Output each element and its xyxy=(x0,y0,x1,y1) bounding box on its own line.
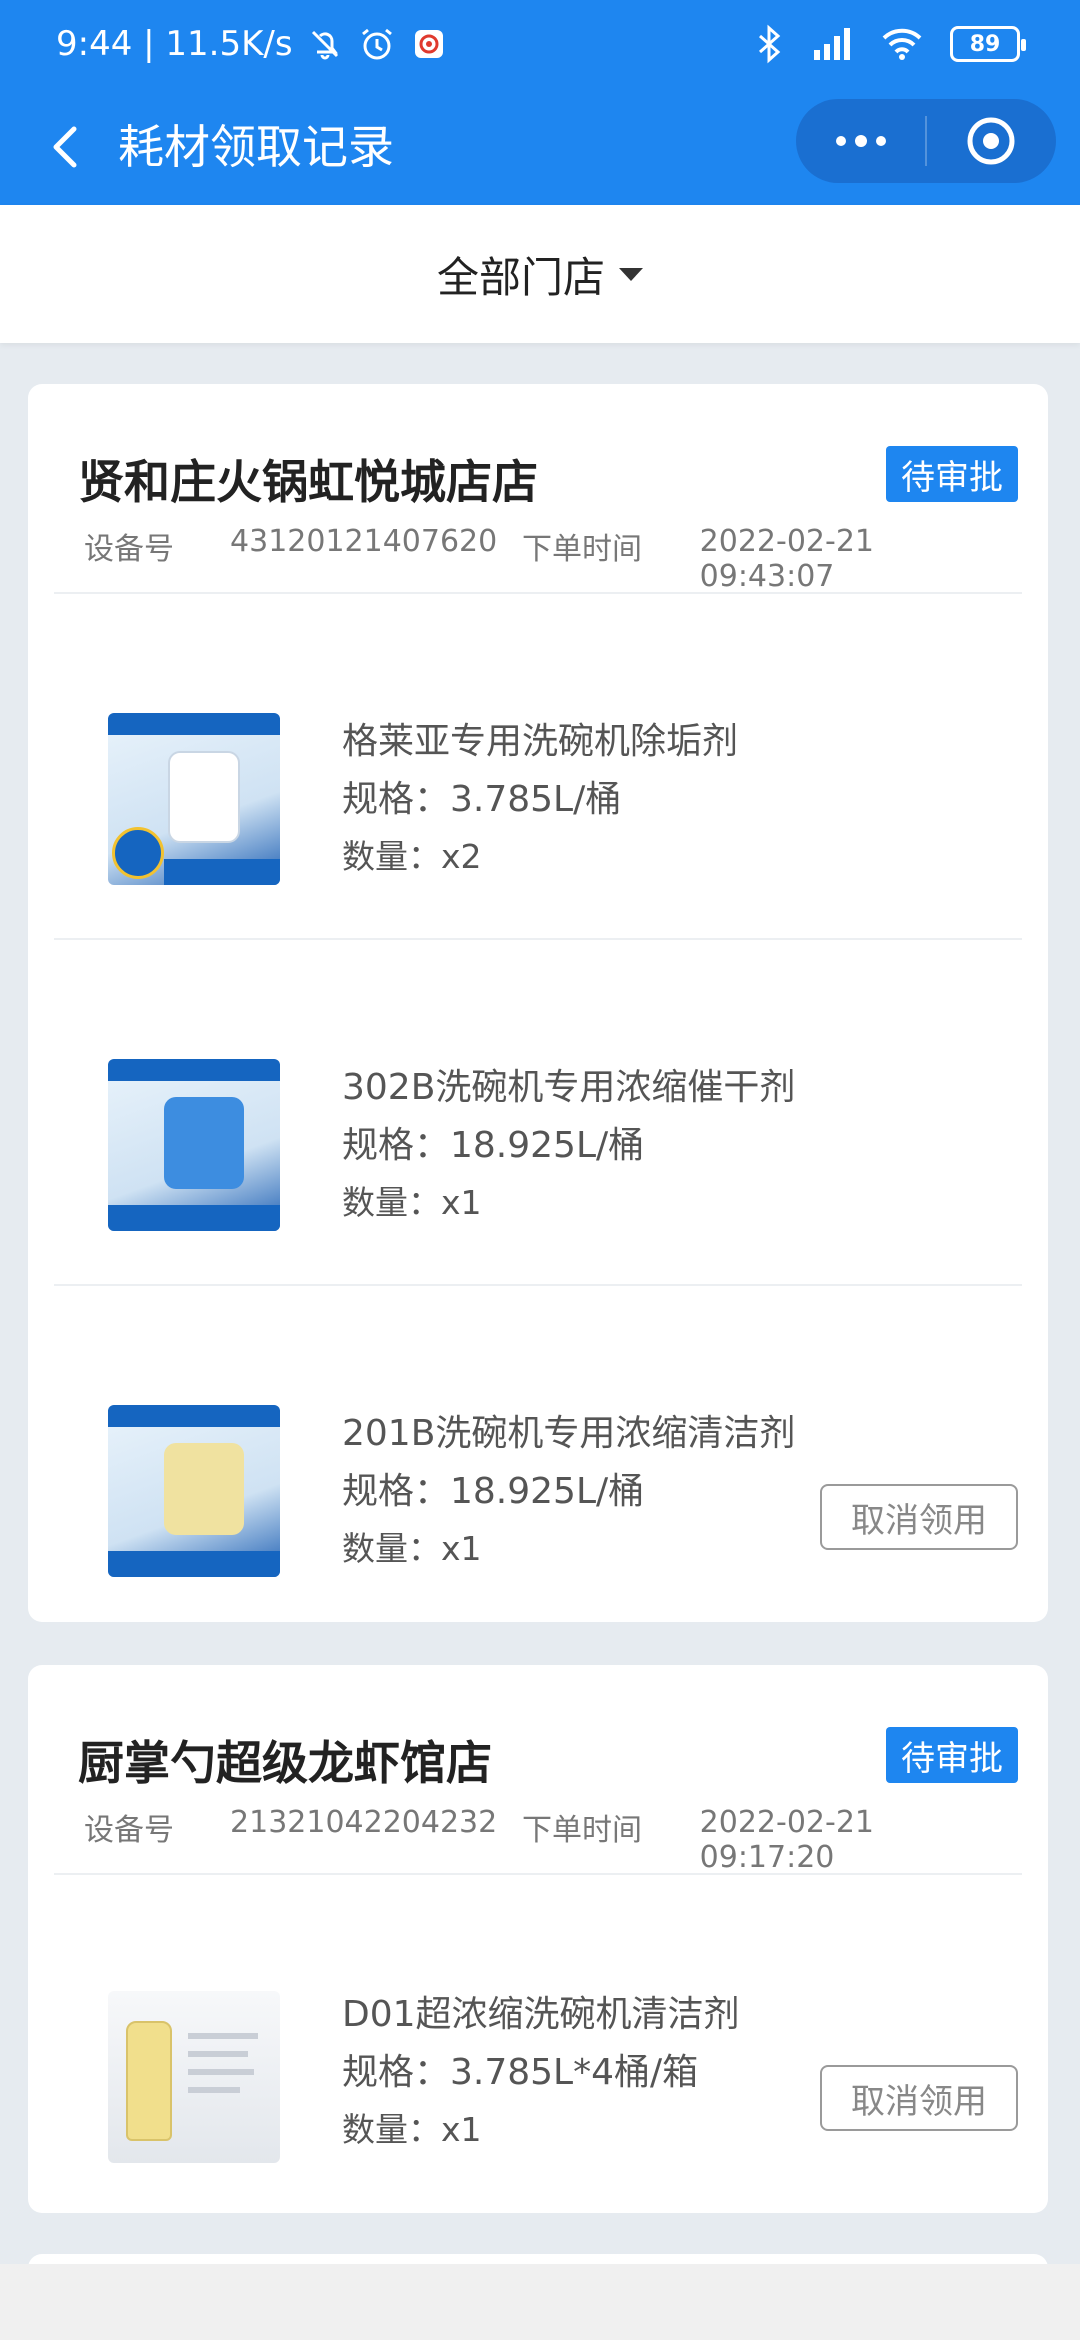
product-jug-shape xyxy=(168,751,240,843)
list-item: D01超浓缩洗碗机清洁剂 规格：3.785L*4桶/箱 数量：x1 取消领用 xyxy=(54,1875,1022,2211)
store-name: 厨掌勺超级龙虾馆店 xyxy=(78,1736,492,1790)
list-item: 201B洗碗机专用浓缩清洁剂 规格：18.925L/桶 数量：x1 取消领用 xyxy=(54,1286,1022,1632)
nav-bar: 耗材领取记录 xyxy=(0,95,1080,205)
item-name: 格莱亚专用洗碗机除垢剂 xyxy=(342,721,739,762)
order-time-label: 下单时间 xyxy=(522,532,643,567)
item-name: D01超浓缩洗碗机清洁剂 xyxy=(342,1994,740,2035)
status-bar: 9:44 | 11.5K/s 89 xyxy=(0,0,1080,95)
page-title: 耗材领取记录 xyxy=(118,120,394,174)
order-time: 2022-02-21 09:43:07 xyxy=(699,524,874,594)
device-number: 43120121407620 xyxy=(230,524,498,559)
status-badge: 待审批 xyxy=(886,1727,1018,1783)
store-name: 贤和庄火锅虹悦城店店 xyxy=(78,455,538,509)
bluetooth-icon xyxy=(759,24,781,64)
signal-icon xyxy=(814,28,850,60)
mini-program-capsule xyxy=(796,99,1056,183)
order-meta: 设备号 43120121407620 下单时间 2022-02-21 09:43… xyxy=(84,524,1014,594)
product-image xyxy=(108,1991,280,2163)
device-label: 设备号 xyxy=(84,532,174,567)
order-card: 厨掌勺超级龙虾馆店 待审批 设备号 21321042204232 下单时间 20… xyxy=(28,1665,1048,2213)
bell-off-icon xyxy=(311,30,338,60)
product-image-banner xyxy=(108,1405,280,1427)
product-text-line xyxy=(188,2033,258,2039)
status-time: 9:44 | 11.5K/s xyxy=(56,24,293,64)
chevron-left-icon xyxy=(53,126,77,168)
app-notification-icon xyxy=(414,30,443,58)
order-meta: 设备号 21321042204232 下单时间 2022-02-21 09:17… xyxy=(84,1805,1014,1875)
product-image-footer xyxy=(108,1551,280,1577)
list-item: 302B洗碗机专用浓缩催干剂 规格：18.925L/桶 数量：x1 xyxy=(54,940,1022,1286)
item-spec: 规格：18.925L/桶 xyxy=(342,1125,645,1166)
close-mini-program-button[interactable] xyxy=(927,99,1056,183)
product-image-banner xyxy=(108,713,280,735)
product-jug-shape xyxy=(164,1097,244,1189)
cancel-claim-button[interactable]: 取消领用 xyxy=(820,2065,1018,2131)
product-image-banner xyxy=(108,1059,280,1081)
item-quantity: 数量：x1 xyxy=(342,1529,482,1568)
product-text-line xyxy=(188,2069,254,2075)
product-text-line xyxy=(188,2051,248,2057)
order-time: 2022-02-21 09:17:20 xyxy=(699,1805,874,1875)
cancel-claim-button[interactable]: 取消领用 xyxy=(820,1484,1018,1550)
store-filter-label: 全部门店 xyxy=(436,252,605,302)
system-nav-area xyxy=(0,2264,1080,2340)
device-number: 21321042204232 xyxy=(230,1805,498,1840)
product-image-footer xyxy=(108,1205,280,1231)
target-icon xyxy=(967,117,1015,165)
item-spec: 规格：3.785L*4桶/箱 xyxy=(342,2052,699,2093)
product-text-line xyxy=(188,2087,240,2093)
device-label: 设备号 xyxy=(84,1813,174,1848)
store-filter[interactable]: 全部门店 xyxy=(0,205,1080,343)
battery-level: 89 xyxy=(969,31,1001,57)
product-image xyxy=(108,1405,280,1577)
order-header: 厨掌勺超级龙虾馆店 待审批 设备号 21321042204232 下单时间 20… xyxy=(54,1665,1022,1875)
order-card: 贤和庄火锅虹悦城店店 待审批 设备号 43120121407620 下单时间 2… xyxy=(28,384,1048,1622)
top-bar: 9:44 | 11.5K/s 89 耗材领取记录 xyxy=(0,0,1080,205)
product-image-footer xyxy=(164,859,280,885)
product-image xyxy=(108,1059,280,1231)
alarm-icon xyxy=(361,28,392,60)
status-left: 9:44 | 11.5K/s xyxy=(56,24,449,64)
order-time-label: 下单时间 xyxy=(522,1813,643,1848)
item-name: 302B洗碗机专用浓缩催干剂 xyxy=(342,1067,796,1108)
item-quantity: 数量：x2 xyxy=(342,837,482,876)
item-quantity: 数量：x1 xyxy=(342,1183,482,1222)
product-bottle-shape xyxy=(126,2021,172,2141)
item-spec: 规格：3.785L/桶 xyxy=(342,779,622,820)
more-dots-icon xyxy=(835,135,886,147)
caret-down-icon xyxy=(619,267,643,281)
item-spec: 规格：18.925L/桶 xyxy=(342,1471,645,1512)
back-button[interactable] xyxy=(36,117,96,177)
wifi-icon xyxy=(882,28,922,60)
status-right: 89 xyxy=(752,24,1026,64)
product-jug-shape xyxy=(164,1443,244,1535)
battery-indicator: 89 xyxy=(950,26,1026,62)
list-item: 格莱亚专用洗碗机除垢剂 规格：3.785L/桶 数量：x2 xyxy=(54,594,1022,940)
price-seal-icon xyxy=(112,827,164,879)
more-button[interactable] xyxy=(796,99,925,183)
item-quantity: 数量：x1 xyxy=(342,2110,482,2149)
order-header: 贤和庄火锅虹悦城店店 待审批 设备号 43120121407620 下单时间 2… xyxy=(54,384,1022,594)
product-image xyxy=(108,713,280,885)
status-badge: 待审批 xyxy=(886,446,1018,502)
item-name: 201B洗碗机专用浓缩清洁剂 xyxy=(342,1413,796,1454)
